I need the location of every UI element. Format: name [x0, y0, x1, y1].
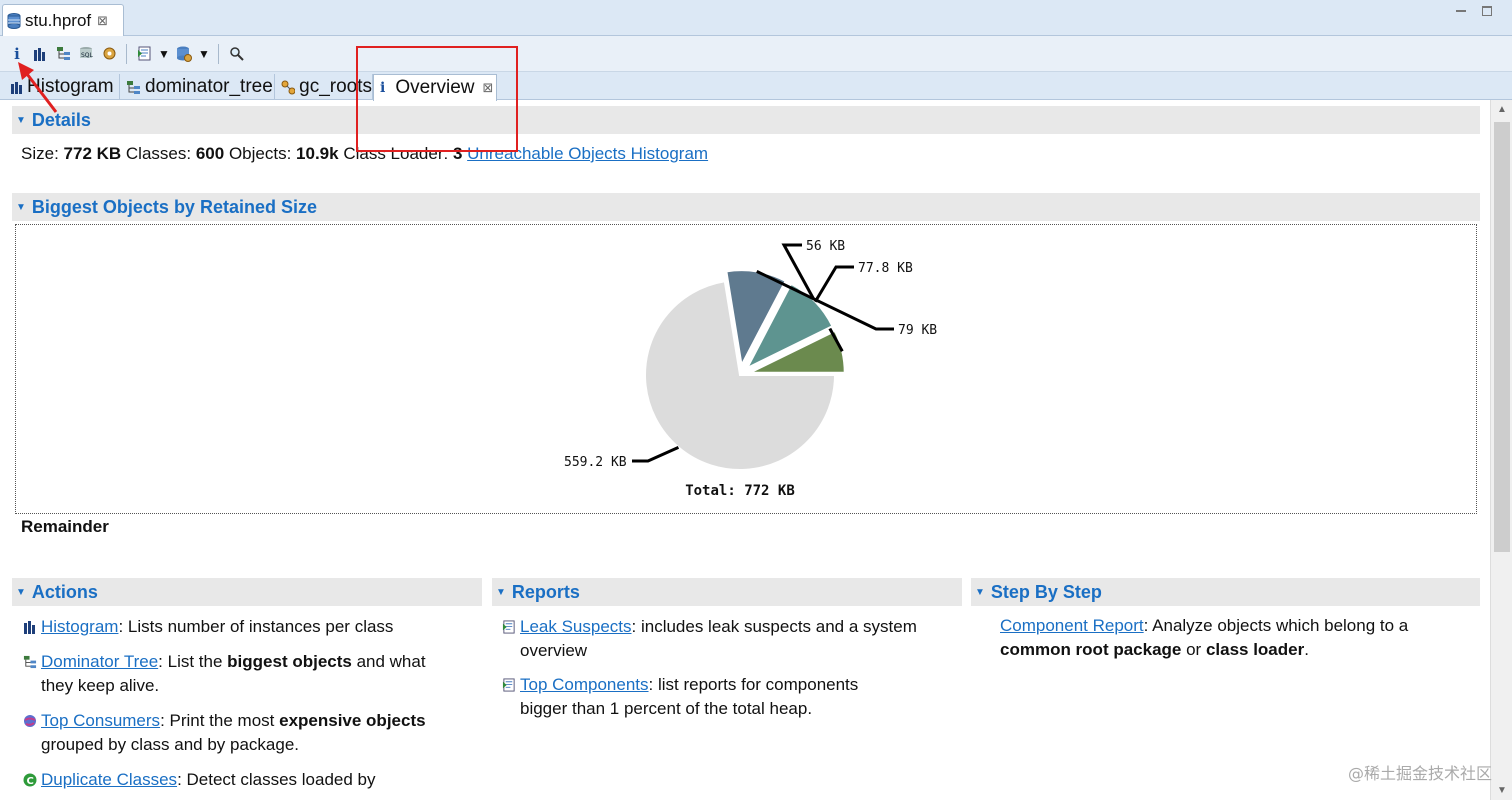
pie-total-label: Total: 772 KB	[685, 483, 795, 499]
section-title: Biggest Objects by Retained Size	[31, 196, 317, 217]
objects-value: 10.9k	[296, 144, 339, 163]
editor-tab-label: stu.hprof	[25, 10, 92, 30]
collapse-triangle-icon[interactable]: ▼	[975, 587, 985, 598]
heap-dump-details-button[interactable]	[100, 43, 118, 65]
duplicate-classes-link[interactable]: Duplicate Classes	[41, 770, 177, 789]
report-icon	[502, 620, 515, 634]
annotation-highlight-box	[356, 46, 518, 152]
details-section-header[interactable]: ▼ Details	[12, 106, 1480, 134]
query-browser-button[interactable]	[175, 43, 193, 65]
section-title: Step By Step	[990, 581, 1102, 602]
top-components-link[interactable]: Top Components	[520, 675, 649, 694]
histogram-icon	[24, 621, 35, 634]
pie-slice-label: 77.8 KB	[858, 261, 913, 276]
scroll-down-icon[interactable]: ▼	[1491, 785, 1512, 796]
overview-page: ▼ Details Size: 772 KB Classes: 600 Obje…	[0, 100, 1490, 800]
gc-roots-icon	[281, 80, 296, 94]
section-title: Actions	[31, 581, 98, 602]
vertical-scrollbar[interactable]: ▲ ▼	[1490, 100, 1512, 800]
report-icon	[137, 46, 150, 61]
remainder-label: Remainder	[21, 517, 109, 536]
tab-label: dominator_tree	[145, 76, 273, 97]
window-controls	[1456, 6, 1492, 16]
pie-leader-line	[632, 445, 680, 463]
pie-slice-label: 56 KB	[806, 239, 845, 254]
top-consumers-link[interactable]: Top Consumers	[41, 711, 160, 730]
minimize-icon[interactable]	[1456, 6, 1466, 12]
database-gear-icon	[177, 46, 192, 62]
reports-section-header[interactable]: ▼ Reports	[492, 578, 962, 606]
pie-chart-panel[interactable]: 56 KB 77.8 KB 79 KB 559.2 KB Total: 772 KB	[15, 224, 1477, 514]
step-component-report: Component Report: Analyze objects which …	[1000, 616, 1409, 659]
classes-value: 600	[195, 144, 225, 163]
chevron-down-icon[interactable]: ▼	[158, 47, 170, 61]
maximize-icon[interactable]	[1482, 6, 1492, 16]
pie-slice-label: 79 KB	[898, 323, 937, 338]
close-icon[interactable]: ⊠	[97, 13, 108, 29]
scroll-up-icon[interactable]: ▲	[1491, 104, 1512, 115]
find-object-button[interactable]	[227, 43, 245, 65]
report-icon	[502, 678, 515, 692]
gear-icon	[103, 47, 115, 60]
size-value: 772 KB	[63, 144, 122, 163]
heap-dump-icon	[7, 12, 21, 29]
step-by-step-section-header[interactable]: ▼ Step By Step	[971, 578, 1480, 606]
search-icon	[229, 47, 244, 61]
globe-icon	[24, 715, 36, 727]
leak-suspects-link[interactable]: Leak Suspects	[520, 617, 632, 636]
collapse-triangle-icon[interactable]: ▼	[16, 587, 26, 598]
collapse-triangle-icon[interactable]: ▼	[16, 202, 26, 213]
annotation-arrow	[18, 62, 58, 113]
dominator-tree-icon	[127, 80, 140, 94]
editor-tab-bar: stu.hprof ⊠	[0, 0, 1512, 36]
actions-section-header[interactable]: ▼ Actions	[12, 578, 482, 606]
histogram-link[interactable]: Histogram	[41, 617, 118, 636]
scrollbar-thumb[interactable]	[1494, 122, 1510, 552]
collapse-triangle-icon[interactable]: ▼	[496, 587, 506, 598]
class-icon: C	[23, 773, 37, 787]
dominator-tree-icon	[23, 655, 37, 669]
toolbar-separator	[126, 43, 127, 64]
component-report-link[interactable]: Component Report	[1000, 616, 1144, 635]
svg-text:C: C	[27, 776, 34, 787]
section-title: Reports	[511, 581, 580, 602]
run-report-button[interactable]	[135, 43, 153, 65]
biggest-objects-section-header[interactable]: ▼ Biggest Objects by Retained Size	[12, 193, 1480, 221]
tab-dominator-tree[interactable]: dominator_tree	[120, 74, 275, 100]
chevron-down-icon[interactable]: ▼	[198, 47, 210, 61]
pie-chart[interactable]: 56 KB 77.8 KB 79 KB 559.2 KB Total: 772 KB	[16, 225, 1476, 513]
watermark: @稀土掘金技术社区	[1347, 764, 1492, 783]
pie-slice-label: 559.2 KB	[564, 455, 627, 470]
editor-tab-stu-hprof[interactable]: stu.hprof ⊠	[2, 4, 124, 36]
pie-leader-line	[813, 265, 854, 303]
toolbar-separator	[218, 43, 219, 64]
dominator-tree-link[interactable]: Dominator Tree	[41, 652, 158, 671]
toolbar: i SQL ▼ ▼	[0, 36, 1512, 72]
view-tab-bar: Histogram dominator_tree gc_roots i Over…	[0, 72, 1512, 101]
